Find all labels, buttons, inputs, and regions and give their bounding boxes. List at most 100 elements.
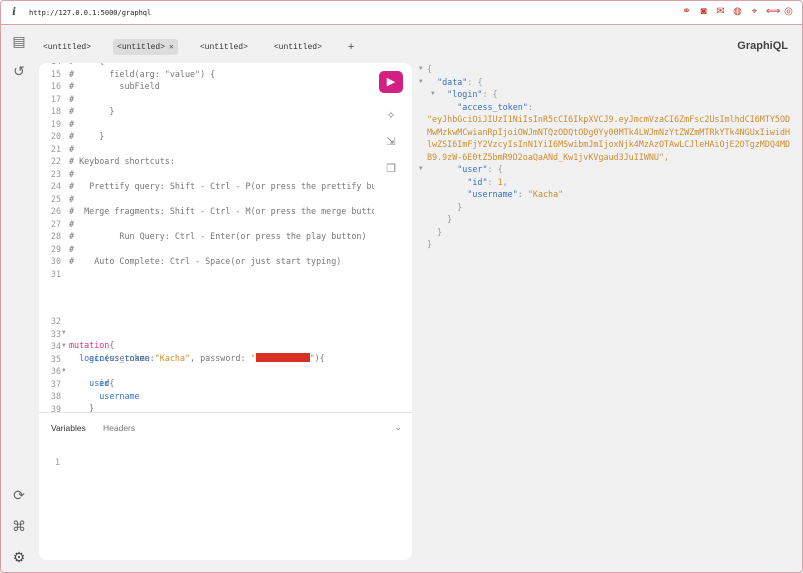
- tab-headers[interactable]: Headers: [103, 423, 135, 433]
- code-line: 31: [39, 268, 374, 280]
- comment-text: # field(arg: "value") {: [69, 68, 216, 79]
- result-line: B9.9zW-6E0tZ5bmR9D2oaQaANd_Kw1jvKVgaud3J…: [417, 151, 797, 164]
- globe-icon[interactable]: ◍: [732, 6, 743, 17]
- fold-icon[interactable]: ▼: [419, 76, 423, 89]
- line-number: 29: [50, 243, 61, 254]
- result-line: "access_token":: [457, 101, 533, 112]
- variables-panel: Variables Headers ⌄ 1: [39, 412, 412, 560]
- browser-toolbar-icons: ⚭ ◙ ✉ ◍ ⌖ ⟺ ◎: [681, 6, 794, 17]
- code-line: 28 # Run Query: Ctrl - Enter(or press the…: [39, 230, 374, 242]
- plus-icon[interactable]: +: [348, 41, 354, 53]
- comment-text: # Merge fragments: Shift - Ctrl - M(or p…: [69, 206, 374, 216]
- token-value: lwZSI6ImFjY2VzcyIsInN1YiI6MSwibmJmIjoxNj…: [427, 139, 791, 149]
- code-line: 15 # field(arg: "value") {: [39, 68, 374, 80]
- line-number: 26: [50, 206, 61, 216]
- history-icon[interactable]: ↺: [11, 63, 27, 79]
- code-line: 23 #: [39, 168, 374, 180]
- copy-icon[interactable]: ❐: [384, 162, 398, 176]
- line-number: 18: [50, 106, 61, 116]
- url-text[interactable]: http://127.0.0.1:5000/graphql: [29, 9, 151, 17]
- code-line: 27 #: [39, 218, 374, 230]
- command-icon[interactable]: ⌘: [11, 518, 27, 534]
- code-line: 32 ▼ mutation{: [39, 303, 374, 350]
- comment-text: # Auto Complete: Ctrl - Space(or just st…: [69, 256, 342, 266]
- chevron-down-icon[interactable]: ⌄: [394, 422, 402, 433]
- query-editor[interactable]: 32 ▼ mutation{ 33 ▼ login(username:"Kach…: [39, 63, 412, 412]
- json-key: "data": [437, 76, 468, 87]
- brace: {: [427, 64, 433, 74]
- code-line: 40 }: [39, 403, 374, 412]
- line-number: 28: [50, 231, 61, 241]
- crosshair-icon[interactable]: ⌖: [749, 6, 760, 17]
- merge-icon[interactable]: ⇲: [384, 135, 398, 149]
- tab-untitled-1[interactable]: <untitled>: [39, 40, 95, 55]
- result-line: "eyJhbGciOiJIUzI1NiIsInR5cCI6IkpXVCJ9.ey…: [417, 113, 797, 126]
- fold-icon[interactable]: ▼: [419, 163, 423, 176]
- code-line: 20 # }: [39, 130, 374, 142]
- json-key: "user": [457, 164, 488, 174]
- tab-untitled-3[interactable]: <untitled>: [196, 40, 252, 55]
- line-number: 31: [50, 268, 61, 279]
- link-icon[interactable]: ⚭: [681, 6, 692, 17]
- docs-icon[interactable]: ▤: [11, 33, 27, 49]
- token-value: B9.9zW-6E0tZ5bmR9D2oaQaANd_Kw1jvKVgaud3J…: [427, 151, 670, 162]
- result-line: lwZSI6ImFjY2VzcyIsInN1YiI6MSwibmJmIjoxNj…: [417, 138, 797, 151]
- code-line: 26 # Merge fragments: Shift - Ctrl - M(or…: [39, 205, 374, 217]
- result-line: MwMzkwMCwianRpIjoiOWJmNTQzODQtODg0Yy00MT…: [417, 126, 797, 139]
- code-line: 36 id: [39, 353, 374, 388]
- refresh-icon[interactable]: ⟳: [11, 487, 27, 503]
- comment-text: # subField: [69, 81, 160, 91]
- code-line: 17 #: [39, 93, 374, 105]
- line-number: 1: [55, 457, 61, 467]
- token-value: MwMzkwMCwianRpIjoiOWJmNTQzODQtODg0Yy00MT…: [427, 126, 791, 137]
- result-line: ▼ "user": {: [419, 163, 503, 176]
- app-title: GraphiQL: [737, 40, 788, 52]
- comment-text: #: [69, 218, 75, 229]
- code-line: 30 # Auto Complete: Ctrl - Space(or just …: [39, 255, 374, 267]
- line-number: 24: [50, 181, 61, 191]
- code-line: 14 # {: [39, 63, 374, 67]
- tab-untitled-2[interactable]: <untitled> ✕: [113, 39, 178, 55]
- result-line: }: [427, 214, 453, 224]
- line-number: 27: [50, 218, 61, 229]
- json-string: "Kacha": [527, 189, 564, 199]
- comment-text: #: [69, 143, 75, 154]
- close-icon[interactable]: ✕: [169, 43, 174, 52]
- sidebar: ▤ ↺ ⟳ ⌘ ⚙: [1, 25, 37, 572]
- code-line: 38 }: [39, 378, 374, 412]
- json-key: "access_token": [457, 101, 528, 112]
- code-icon[interactable]: ⟺: [766, 6, 780, 17]
- line-number: 25: [50, 193, 61, 204]
- camera-icon[interactable]: ◙: [698, 6, 709, 17]
- prettify-icon[interactable]: ✧: [384, 109, 398, 123]
- settings-icon[interactable]: ⚙: [11, 549, 27, 565]
- tab-label: <untitled>: [199, 42, 248, 52]
- tab-label: <untitled>: [273, 42, 322, 52]
- code-line: 37 username: [39, 366, 374, 401]
- result-viewer[interactable]: ▼{ ▼ "data": { ▼ "login": { "access_toke…: [417, 63, 797, 563]
- code-line: 18 # }: [39, 105, 374, 117]
- app-window: i http://127.0.0.1:5000/graphql ⚭ ◙ ✉ ◍ …: [0, 0, 803, 573]
- info-icon[interactable]: i: [5, 7, 23, 18]
- tab-bar: <untitled> <untitled> ✕ <untitled> <untit…: [39, 37, 354, 57]
- target-icon[interactable]: ◎: [783, 6, 794, 17]
- fold-icon[interactable]: ▼: [419, 63, 423, 76]
- mail-icon[interactable]: ✉: [715, 6, 726, 17]
- line-number: 20: [50, 131, 61, 141]
- comment-text: # }: [69, 106, 115, 116]
- result-line: }: [427, 201, 463, 212]
- tab-label: <untitled>: [43, 42, 92, 52]
- line-number: 30: [50, 256, 61, 266]
- tab-untitled-4[interactable]: <untitled>: [270, 40, 326, 55]
- play-button[interactable]: ▶: [379, 71, 403, 93]
- tab-variables[interactable]: Variables: [51, 423, 86, 433]
- result-line: "username": "Kacha": [467, 189, 564, 199]
- code-line: 21 #: [39, 143, 374, 155]
- code-line: 25 #: [39, 193, 374, 205]
- result-line: }: [427, 239, 433, 249]
- line-number: 15: [50, 68, 61, 79]
- code-area[interactable]: 32 ▼ mutation{ 33 ▼ login(username:"Kach…: [39, 63, 374, 412]
- code-line: 33 ▼ login(username:"Kacha", password: "…: [39, 316, 374, 363]
- comment-text: # Keyboard shortcuts:: [69, 156, 175, 166]
- code-line: 22 # Keyboard shortcuts:: [39, 155, 374, 167]
